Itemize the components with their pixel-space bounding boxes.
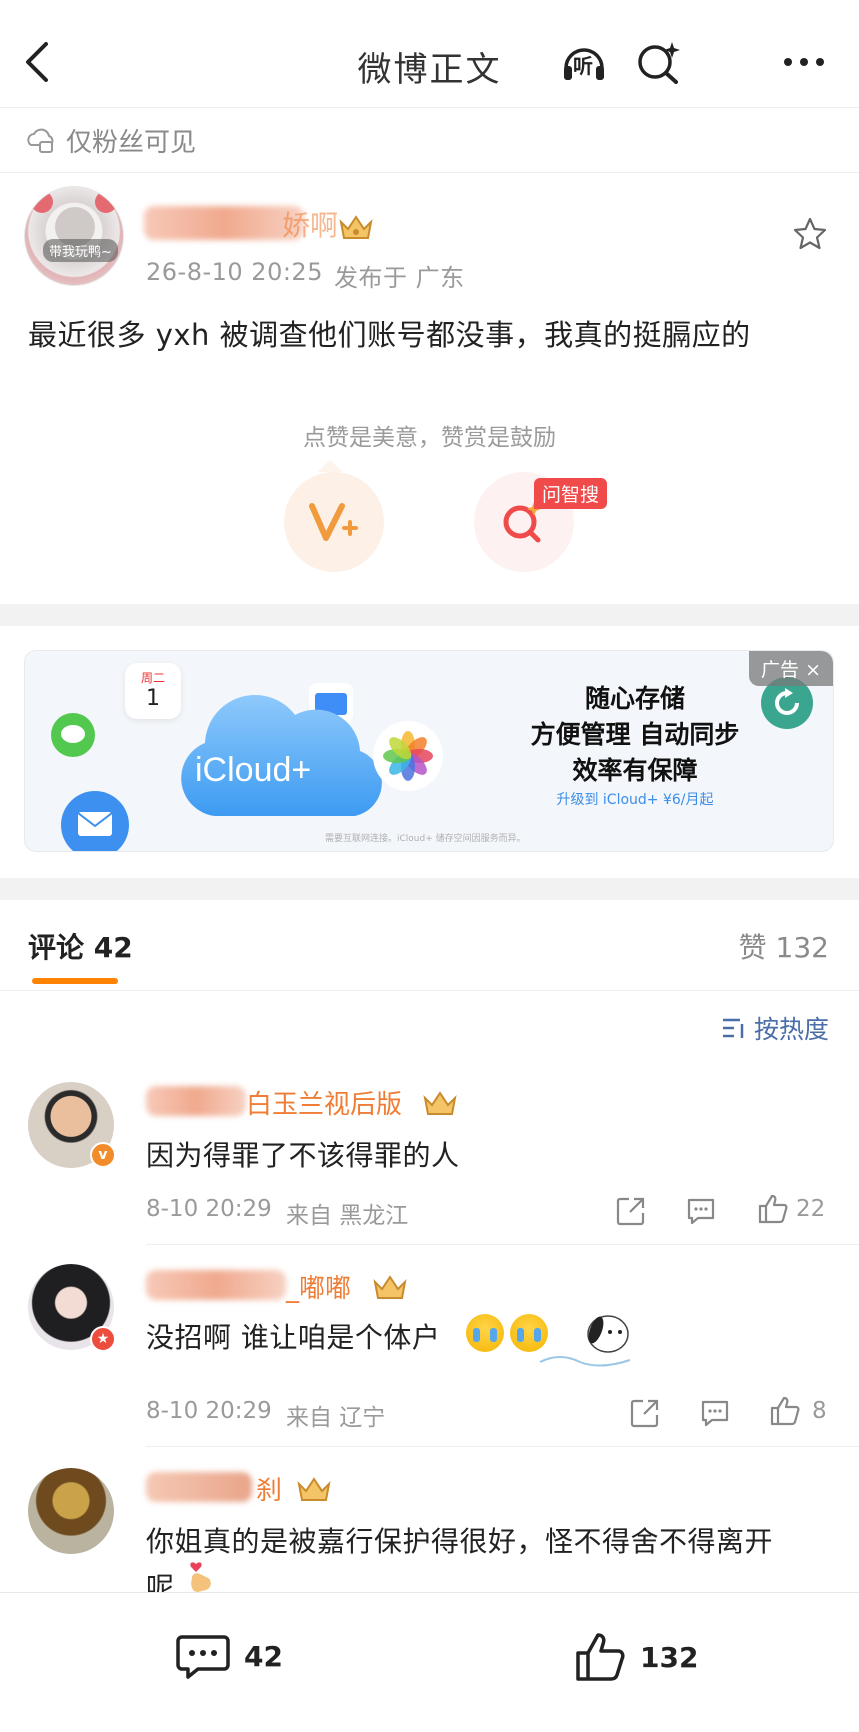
visibility-notice: 仅粉丝可见 bbox=[26, 118, 196, 162]
share-icon[interactable] bbox=[628, 1396, 662, 1430]
section-separator bbox=[0, 604, 859, 626]
vip-crown-icon bbox=[339, 215, 373, 239]
post-content: 最近很多 yxh 被调查他们账号都没事，我真的挺膈应的 bbox=[28, 318, 751, 352]
reply-icon[interactable] bbox=[684, 1194, 718, 1228]
post-time: 26-8-10 20:25 bbox=[146, 258, 323, 286]
commenter-name[interactable]: 刹 bbox=[256, 1470, 282, 1507]
calendar-number: 1 bbox=[146, 686, 160, 711]
comment-time: 8-10 20:29 bbox=[146, 1196, 272, 1222]
reward-v-icon bbox=[309, 503, 358, 541]
visibility-label: 仅粉丝可见 bbox=[66, 127, 197, 158]
vip-crown-icon bbox=[297, 1477, 331, 1501]
author-name-blurred[interactable] bbox=[144, 206, 304, 240]
lock-cloud-icon bbox=[27, 128, 54, 153]
ad-line-3: 效率有保障 bbox=[572, 756, 698, 785]
page-title: 微博正文 bbox=[357, 50, 502, 90]
author-avatar[interactable]: 带我玩鸭~ bbox=[24, 186, 124, 286]
bottom-like-count: 132 bbox=[640, 1640, 699, 1674]
finger-heart-emoji-icon bbox=[190, 1562, 211, 1592]
section-separator-2 bbox=[0, 878, 859, 900]
comment-time: 8-10 20:29 bbox=[146, 1398, 272, 1424]
top-bar: 微博正文 听 bbox=[0, 0, 859, 108]
bottom-action-bar: 42 132 bbox=[0, 1592, 859, 1732]
vip-crown-icon bbox=[423, 1091, 457, 1115]
tab-likes[interactable]: 赞 132 bbox=[739, 926, 829, 966]
sort-icon bbox=[722, 1018, 744, 1038]
commenter-name[interactable]: 白玉兰视后版 bbox=[246, 1084, 402, 1121]
like-icon[interactable] bbox=[768, 1394, 802, 1428]
ad-line-1: 随心存储 bbox=[584, 684, 685, 713]
verified-badge-icon: v bbox=[90, 1142, 116, 1168]
listen-label: 听 bbox=[573, 54, 593, 78]
pointer-triangle bbox=[318, 460, 342, 472]
ad-headline: 随心存储 方便管理 自动同步 效率有保障 bbox=[495, 681, 775, 789]
ask-badge: 问智搜 bbox=[534, 478, 608, 509]
icloud-brand: iCloud+ bbox=[195, 751, 312, 789]
pochacco-sticker-icon bbox=[539, 1315, 631, 1367]
photos-app-icon bbox=[373, 721, 443, 791]
comment-text-line1: 你姐真的是被嘉行保护得很好，怪不得舍不得离开 bbox=[146, 1525, 774, 1558]
comment-text: 没招啊 谁让咱是个体户 bbox=[146, 1321, 441, 1354]
comment-icon bbox=[176, 1635, 230, 1679]
ad-tag-label: 广告 bbox=[761, 659, 800, 681]
avatar-sticker-text: 带我玩鸭~ bbox=[43, 239, 118, 262]
favorite-star-icon[interactable] bbox=[792, 216, 828, 252]
commenter-name[interactable]: _嘟嘟 bbox=[286, 1268, 351, 1305]
ad-cta[interactable]: 升级到 iCloud+ ¥6/月起 bbox=[495, 789, 775, 809]
commenter-name-blurred[interactable] bbox=[146, 1270, 286, 1300]
tab-comments[interactable]: 评论 42 bbox=[28, 926, 133, 966]
thumbs-up-icon bbox=[576, 1633, 625, 1681]
post-location: 发布于 广东 bbox=[334, 264, 465, 292]
comment-location: 来自 黑龙江 bbox=[286, 1203, 409, 1229]
calendar-app-icon: 周二 1 bbox=[125, 663, 181, 719]
reply-icon[interactable] bbox=[698, 1396, 732, 1430]
ad-fineprint: 需要互联网连接。iCloud+ 储存空间因服务而异。 bbox=[325, 834, 526, 844]
sort-button[interactable]: 按热度 bbox=[722, 1010, 829, 1046]
reward-button[interactable] bbox=[284, 472, 384, 572]
calendar-day: 周二 bbox=[140, 671, 165, 685]
like-count: 8 bbox=[812, 1398, 827, 1424]
ad-close-icon[interactable]: × bbox=[805, 659, 821, 681]
messages-app-icon bbox=[51, 713, 95, 757]
ad-close-tag[interactable]: 广告 × bbox=[749, 651, 833, 686]
share-icon[interactable] bbox=[614, 1194, 648, 1228]
more-options-icon[interactable] bbox=[780, 38, 828, 86]
bottom-comment-count: 42 bbox=[244, 1639, 283, 1673]
search-ai-icon[interactable] bbox=[634, 38, 682, 86]
commenter-name-blurred[interactable] bbox=[146, 1086, 246, 1116]
author-name[interactable]: 娇啊 bbox=[282, 204, 338, 244]
bottom-comment-button[interactable]: 42 bbox=[176, 1631, 283, 1681]
member-badge-icon: ★ bbox=[90, 1326, 116, 1352]
bottom-like-button[interactable]: 132 bbox=[574, 1631, 698, 1683]
mail-app-icon bbox=[61, 791, 129, 851]
tab-indicator bbox=[32, 978, 118, 984]
comment-avatar[interactable] bbox=[28, 1468, 114, 1554]
sort-label: 按热度 bbox=[753, 1015, 829, 1044]
crying-emoji-icon bbox=[466, 1314, 504, 1352]
comment-text: 因为得罪了不该得罪的人 bbox=[146, 1139, 460, 1172]
commenter-name-blurred[interactable] bbox=[146, 1472, 252, 1502]
praise-hint: 点赞是美意，赞赏是鼓励 bbox=[303, 425, 556, 451]
ad-banner[interactable]: 周二 1 iCloud+ 随心存储 方便管理 自动同步 效率有保障 升级到 iC… bbox=[24, 650, 834, 852]
like-count: 22 bbox=[796, 1196, 826, 1222]
ad-line-2: 方便管理 自动同步 bbox=[530, 720, 740, 749]
like-icon[interactable] bbox=[756, 1192, 790, 1226]
vip-crown-icon bbox=[373, 1275, 407, 1299]
comment-location: 来自 辽宁 bbox=[286, 1405, 386, 1431]
